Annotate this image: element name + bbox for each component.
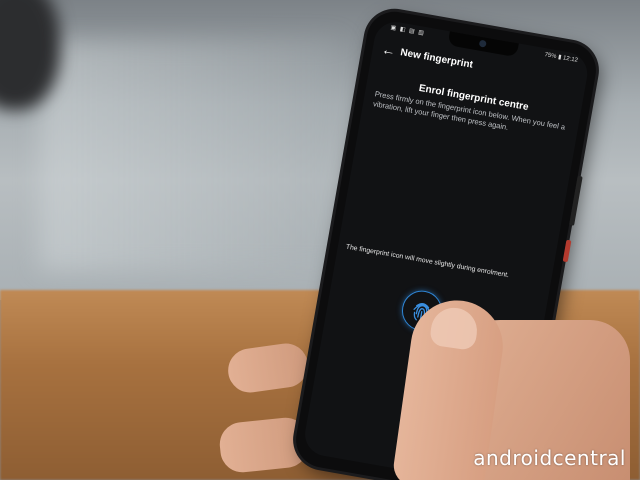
arrow-left-icon[interactable]: ←	[376, 40, 402, 60]
camera-icon	[478, 39, 487, 48]
background-window	[40, 40, 340, 270]
thumb-nail	[428, 304, 480, 351]
photo-scene: ▣ ◧ ▤ ▥ 75% ▮ 12:12 ← New fingerprint En…	[0, 0, 640, 480]
battery-icon: ▮	[557, 54, 562, 61]
page-title: New fingerprint	[399, 46, 474, 71]
enrol-hint: The fingerprint icon will move slightly …	[345, 243, 510, 280]
battery-level: 75%	[544, 52, 557, 61]
status-time: 12:12	[562, 55, 579, 64]
status-notification-icons: ▣ ◧ ▤ ▥	[390, 24, 426, 37]
watermark-logo: androidcentral	[473, 446, 626, 470]
status-battery-time: 75% ▮ 12:12	[544, 51, 578, 64]
